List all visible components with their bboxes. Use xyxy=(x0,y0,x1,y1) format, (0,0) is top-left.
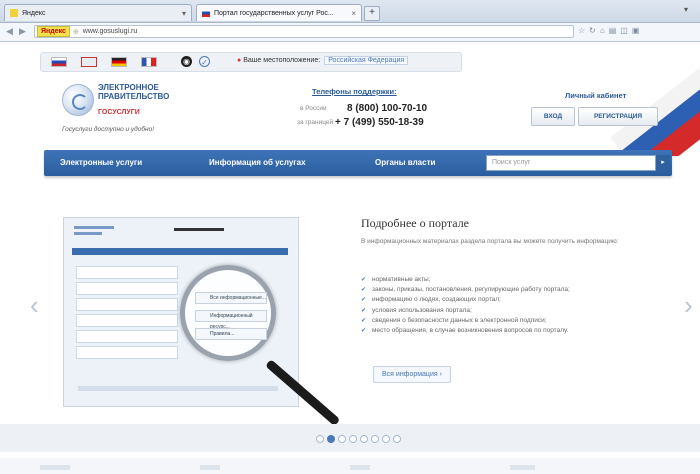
lock-icon: ⊕ xyxy=(72,28,79,36)
personal-cabinet-title: Личный кабинет xyxy=(565,91,627,100)
german-flag-icon[interactable] xyxy=(111,57,127,67)
magnifier-icon: Все информационные... Информационный рес… xyxy=(180,265,276,361)
logo-tagline: Госуслуги доступно и удобно! xyxy=(62,126,155,133)
browser-tab-yandex[interactable]: Яндекс ▾ xyxy=(4,4,192,21)
browser-tab-bar: Яндекс ▾ Портал государственных услуг Ро… xyxy=(0,0,700,23)
logo-text[interactable]: ЭЛЕКТРОННОЕ ПРАВИТЕЛЬСТВО xyxy=(98,83,208,101)
lens-row: Все информационные... xyxy=(195,292,267,304)
phone-abroad: + 7 (499) 550-18-39 xyxy=(335,117,424,128)
list-item: условия использования портала; xyxy=(361,306,570,316)
carousel-dot[interactable] xyxy=(393,435,401,443)
carousel-next-arrow-icon[interactable]: › xyxy=(684,292,693,318)
uk-flag-icon[interactable] xyxy=(81,57,97,67)
window-controls[interactable]: ▾ xyxy=(684,5,694,14)
gosuslugi-logo-icon[interactable] xyxy=(62,84,94,116)
address-bar[interactable]: Яндекс ⊕ www.gosuslugi.ru xyxy=(34,25,574,38)
register-button[interactable]: РЕГИСТРАЦИЯ xyxy=(578,107,658,126)
slide-description: В информационных материалах раздела порт… xyxy=(361,238,619,245)
carousel-dot[interactable] xyxy=(327,435,335,443)
carousel-dot[interactable] xyxy=(371,435,379,443)
slide-bullet-list: нормативные акты; законы, приказы, поста… xyxy=(361,275,570,336)
help-icon[interactable]: ✓ xyxy=(199,56,210,67)
browser-tab-gosuslugi[interactable]: Портал государственных услуг Рос... × xyxy=(196,4,362,21)
browser-toolbar-icons[interactable]: ☆↻⌂▤◫▣ xyxy=(578,26,643,35)
gosuslugi-favicon-icon xyxy=(202,9,210,17)
menu-item-service-info[interactable]: Информация об услугах xyxy=(209,158,306,167)
location-selector[interactable]: ● Ваше местоположение: Российская Федераци… xyxy=(237,56,409,65)
lens-row: Информационный ресурс... xyxy=(195,310,267,330)
url-text: www.gosuslugi.ru xyxy=(82,28,138,35)
phone-russia-label: в России xyxy=(300,105,327,112)
slide-title: Подробнее о портале xyxy=(361,216,470,230)
new-tab-button[interactable]: + xyxy=(364,6,380,21)
list-item: нормативные акты; xyxy=(361,275,570,285)
menu-item-authorities[interactable]: Органы власти xyxy=(375,158,435,167)
close-tab-icon[interactable]: ▾ xyxy=(182,9,186,18)
list-item: информацию о людях, создающих портал; xyxy=(361,295,570,305)
list-item: сведения о безопасности данных в электро… xyxy=(361,316,570,326)
carousel-dot[interactable] xyxy=(316,435,324,443)
carousel-dot[interactable] xyxy=(338,435,346,443)
back-arrow-icon[interactable]: ◀ xyxy=(6,26,13,37)
logo-line2: ПРАВИТЕЛЬСТВО xyxy=(98,92,170,101)
phone-russia: 8 (800) 100-70-10 xyxy=(347,103,428,114)
all-info-button[interactable]: Вся информация › xyxy=(373,366,451,383)
french-flag-icon[interactable] xyxy=(141,57,157,67)
russian-flag-icon[interactable] xyxy=(51,57,67,67)
browser-nav-bar: ◀ ▶ Яндекс ⊕ www.gosuslugi.ru ☆↻⌂▤◫▣ xyxy=(0,23,700,42)
lens-row: Правила... xyxy=(195,328,267,340)
support-phones-title[interactable]: Телефоны поддержки: xyxy=(312,87,397,96)
carousel-prev-arrow-icon[interactable]: ‹ xyxy=(30,292,39,318)
logo-line3: ГОСУСЛУГИ xyxy=(98,109,140,116)
flag-decoration xyxy=(610,46,700,156)
menu-item-electronic-services[interactable]: Электронные услуги xyxy=(60,158,142,167)
tab-label: Портал государственных услуг Рос... xyxy=(214,9,334,17)
region-name[interactable]: Российская Федерация xyxy=(324,56,409,65)
close-tab-icon[interactable]: × xyxy=(351,9,356,18)
site-top-strip: ◉ ✓ ● Ваше местоположение: Российская Феде… xyxy=(40,52,462,72)
yandex-favicon-icon xyxy=(10,9,18,17)
search-button[interactable]: ▸ xyxy=(656,155,670,171)
forward-arrow-icon[interactable]: ▶ xyxy=(19,26,26,37)
tab-label: Яндекс xyxy=(22,9,46,17)
carousel-dot[interactable] xyxy=(382,435,390,443)
phone-abroad-label: за границей xyxy=(297,119,334,126)
location-label: Ваше местоположение: xyxy=(243,57,321,64)
footer-strip xyxy=(0,458,700,474)
list-item: законы, приказы, постановления, регулиру… xyxy=(361,285,570,295)
search-input[interactable]: Поиск услуг xyxy=(486,155,656,171)
login-button[interactable]: ВХОД xyxy=(531,107,575,126)
list-item: место обращения, в случае возникновения … xyxy=(361,326,570,336)
logo-line1: ЭЛЕКТРОННОЕ xyxy=(98,83,159,92)
location-pin-icon: ● xyxy=(237,57,242,64)
carousel-dot[interactable] xyxy=(349,435,357,443)
yandex-badge: Яндекс xyxy=(37,26,70,37)
carousel-dot[interactable] xyxy=(360,435,368,443)
accessibility-eye-icon[interactable]: ◉ xyxy=(181,56,192,67)
